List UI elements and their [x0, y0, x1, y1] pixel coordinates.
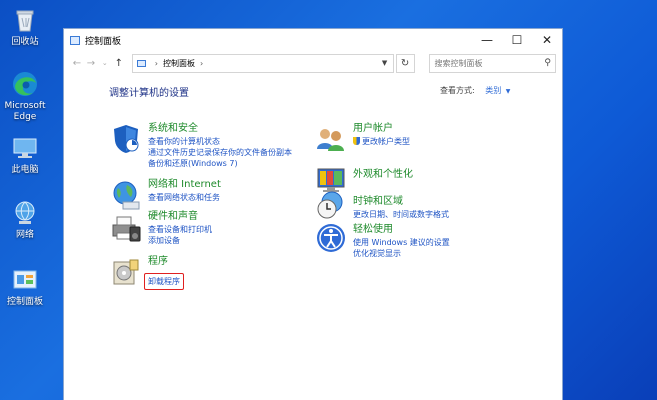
- category-link[interactable]: 更改帐户类型: [353, 136, 410, 147]
- category-title[interactable]: 轻松使用: [353, 224, 450, 236]
- desktop-icon-control-panel[interactable]: 控制面板: [2, 266, 48, 308]
- category-hardware-sound: 硬件和声音 查看设备和打印机 添加设备: [110, 211, 212, 246]
- category-title[interactable]: 硬件和声音: [148, 211, 212, 223]
- category-network-internet: 网络和 Internet 查看网络状态和任务: [110, 179, 221, 211]
- user-accounts-icon[interactable]: [315, 123, 347, 155]
- uninstall-program-link[interactable]: 卸载程序: [144, 273, 184, 290]
- desktop-icon-label: 控制面板: [6, 297, 43, 307]
- category-title[interactable]: 外观和个性化: [353, 169, 413, 181]
- refresh-button[interactable]: ↻: [395, 53, 415, 73]
- category-title[interactable]: 网络和 Internet: [148, 179, 221, 191]
- desktop-icon-label: Microsoft Edge: [4, 101, 46, 122]
- chevron-down-icon[interactable]: ▼: [377, 59, 393, 67]
- search-placeholder: 搜索控制面板: [434, 58, 483, 68]
- address-bar-row: ← → ⌄ ↑ › 控制面板 › ▼ ↻ 搜索控制面板 ⚲: [64, 52, 562, 74]
- forward-arrow-icon[interactable]: →: [84, 58, 98, 69]
- page-title: 调整计算机的设置: [109, 88, 189, 99]
- back-arrow-icon[interactable]: ←: [70, 58, 84, 69]
- control-panel-app-icon: [70, 35, 80, 45]
- category-link[interactable]: 查看设备和打印机: [148, 224, 212, 235]
- window-title: 控制面板: [85, 36, 122, 47]
- category-clock-region: 时钟和区域 更改日期、时间或数字格式: [315, 189, 449, 221]
- category-link[interactable]: 查看网络状态和任务: [148, 192, 221, 203]
- breadcrumb-separator[interactable]: ›: [200, 59, 203, 68]
- up-arrow-icon[interactable]: ↑: [112, 58, 126, 69]
- category-title[interactable]: 系统和安全: [148, 123, 292, 135]
- desktop-icon-network[interactable]: 网络: [2, 199, 48, 241]
- chevron-down-icon[interactable]: ▼: [506, 88, 511, 95]
- accessibility-icon[interactable]: [315, 222, 347, 254]
- control-panel-icon: [13, 270, 37, 289]
- desktop-icon-label: 此电脑: [11, 165, 39, 175]
- category-title[interactable]: 程序: [148, 256, 184, 268]
- view-by-label: 查看方式:: [440, 86, 475, 95]
- desktop-icon-recycle-bin[interactable]: 回收站: [2, 6, 48, 48]
- view-by-dropdown[interactable]: 类别: [485, 86, 501, 95]
- category-link[interactable]: 添加设备: [148, 235, 212, 246]
- category-link[interactable]: 更改日期、时间或数字格式: [353, 209, 449, 220]
- recycle-bin-icon: [16, 10, 34, 32]
- category-ease-of-access: 轻松使用 使用 Windows 建议的设置 优化视觉显示: [315, 222, 450, 259]
- category-link-text[interactable]: 更改帐户类型: [362, 137, 410, 146]
- close-button[interactable]: ✕: [532, 29, 562, 51]
- network-globe-icon: [15, 201, 35, 224]
- programs-disc-icon[interactable]: [110, 256, 142, 288]
- view-by: 查看方式: 类别 ▼: [440, 85, 510, 96]
- minimize-button[interactable]: —: [472, 29, 502, 51]
- network-globe-icon[interactable]: [110, 179, 142, 211]
- control-panel-window: 控制面板 — ☐ ✕ ← → ⌄ ↑ › 控制面板 › ▼ ↻ 搜索控制面板 ⚲…: [63, 28, 563, 400]
- category-programs: 程序 卸载程序: [110, 256, 184, 290]
- control-panel-small-icon: [136, 59, 146, 67]
- desktop-icon-edge[interactable]: Microsoft Edge: [2, 70, 48, 123]
- category-link[interactable]: 备份和还原(Windows 7): [148, 158, 292, 169]
- printer-icon[interactable]: [110, 211, 142, 243]
- category-system-security: 系统和安全 查看你的计算机状态 通过文件历史记录保存你的文件备份副本 备份和还原…: [110, 123, 292, 169]
- breadcrumb-separator[interactable]: ›: [155, 59, 158, 68]
- desktop-icon-this-pc[interactable]: 此电脑: [2, 134, 48, 176]
- category-title[interactable]: 用户帐户: [353, 123, 410, 135]
- search-icon[interactable]: ⚲: [544, 58, 551, 68]
- breadcrumb-control-panel[interactable]: 控制面板: [163, 58, 195, 69]
- category-link[interactable]: 查看你的计算机状态: [148, 136, 292, 147]
- category-user-accounts: 用户帐户 更改帐户类型: [315, 123, 410, 155]
- computer-icon: [13, 138, 37, 158]
- edge-icon: [13, 72, 37, 96]
- maximize-button[interactable]: ☐: [502, 29, 532, 51]
- title-bar[interactable]: 控制面板 — ☐ ✕: [64, 29, 562, 51]
- shield-icon[interactable]: [110, 123, 142, 155]
- category-link[interactable]: 使用 Windows 建议的设置: [353, 237, 450, 248]
- clock-globe-icon[interactable]: [315, 189, 347, 221]
- search-input[interactable]: 搜索控制面板 ⚲: [428, 53, 556, 73]
- main-content: 调整计算机的设置 查看方式: 类别 ▼ 系统和安全 查看你的计算机状态 通过文件…: [64, 74, 562, 394]
- category-link[interactable]: 优化视觉显示: [353, 248, 450, 259]
- category-link[interactable]: 通过文件历史记录保存你的文件备份副本: [148, 147, 292, 158]
- category-title[interactable]: 时钟和区域: [353, 196, 449, 208]
- history-dropdown-icon[interactable]: ⌄: [98, 59, 112, 67]
- desktop-icon-label: 网络: [15, 230, 34, 240]
- uac-shield-icon: [353, 137, 360, 145]
- desktop-icon-label: 回收站: [11, 37, 39, 47]
- address-field[interactable]: › 控制面板 › ▼: [131, 53, 394, 73]
